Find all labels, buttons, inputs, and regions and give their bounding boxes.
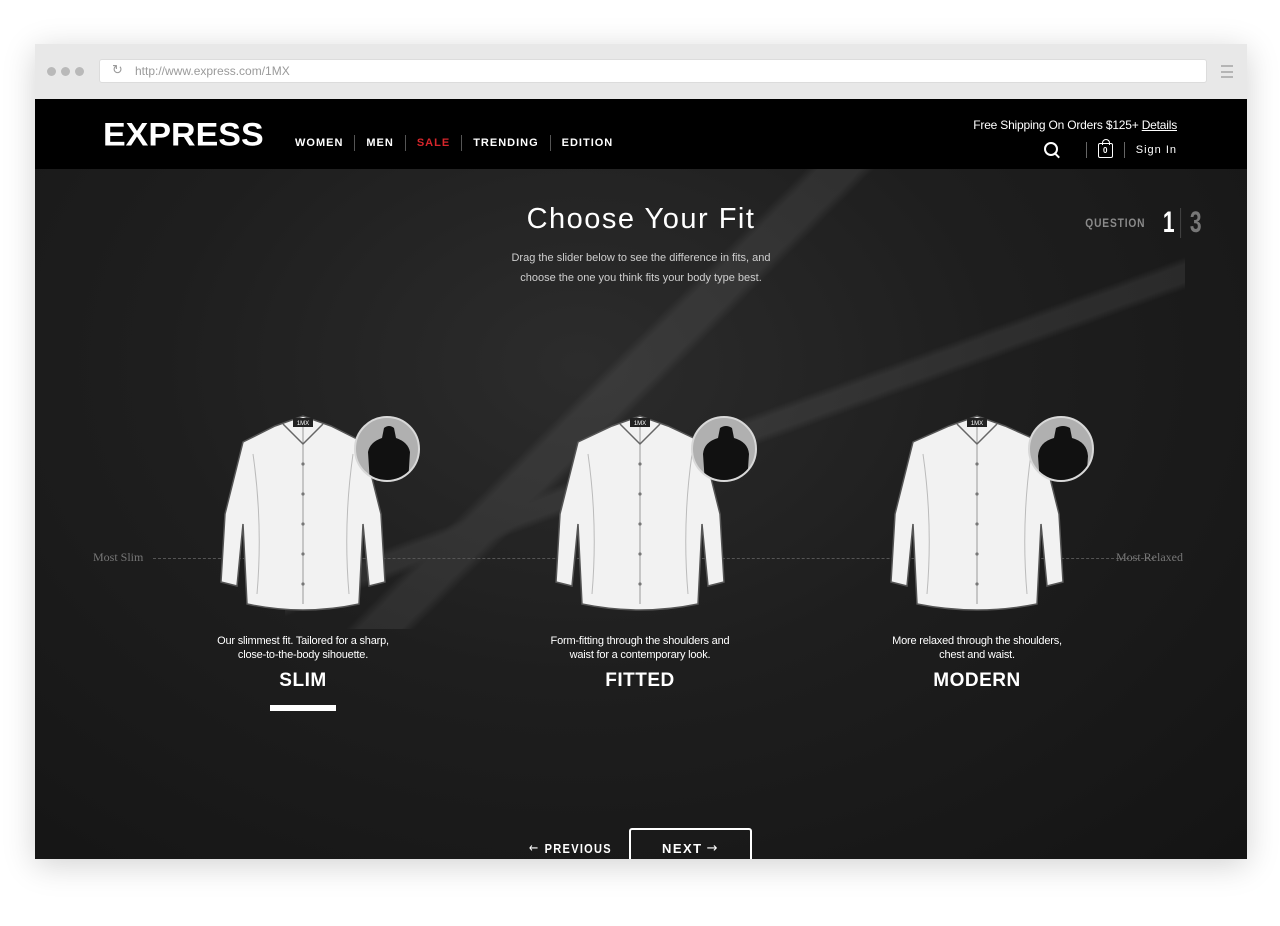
express-logo[interactable]: EXPRESS	[103, 117, 264, 154]
desc-line: waist for a contemporary look.	[569, 649, 711, 661]
address-bar[interactable]: ↻ http://www.express.com/1MX	[99, 59, 1207, 83]
fit-description: Form-fitting through the shoulders and w…	[490, 634, 790, 662]
shirt-label: 1MX	[297, 421, 309, 427]
sign-in-link[interactable]: Sign In	[1136, 144, 1177, 156]
window-dot[interactable]	[47, 67, 56, 76]
nav-item-edition[interactable]: EDITION	[549, 135, 625, 151]
page-title: Choose Your Fit	[526, 203, 756, 235]
fit-description: Our slimmest fit. Tailored for a sharp, …	[153, 634, 453, 662]
page-subtitle: Drag the slider below to see the differe…	[35, 248, 1247, 288]
subtitle-line: Drag the slider below to see the differe…	[511, 252, 771, 264]
site-header: EXPRESS WOMEN MEN SALE TRENDING EDITION …	[35, 99, 1247, 169]
shipping-text: Free Shipping On Orders $125+	[973, 118, 1139, 132]
window-dot[interactable]	[61, 67, 70, 76]
nav-item-men[interactable]: MEN	[354, 135, 404, 151]
desc-line: chest and waist.	[939, 649, 1015, 661]
shirt-label: 1MX	[634, 421, 646, 427]
question-counter: QUESTION 1 3	[1080, 202, 1205, 238]
selected-indicator	[270, 705, 336, 711]
divider	[1123, 142, 1125, 158]
divider	[1085, 142, 1087, 158]
window-controls	[47, 67, 84, 76]
shipping-details-link[interactable]: Details	[1142, 118, 1177, 132]
reload-icon[interactable]: ↻	[112, 64, 126, 78]
shipping-banner: Free Shipping On Orders $125+ Details	[973, 118, 1177, 132]
fit-name: MODERN	[933, 670, 1021, 691]
question-total: 3	[1190, 206, 1202, 239]
shirt-label: 1MX	[971, 421, 983, 427]
fitted-body-icon	[691, 416, 757, 482]
desc-line: More relaxed through the shoulders,	[892, 635, 1062, 647]
slim-body-icon	[354, 416, 420, 482]
subtitle-line: choose the one you think fits your body …	[520, 272, 762, 284]
desc-line: close-to-the-body sihouette.	[237, 649, 369, 661]
previous-button[interactable]: ← PREVIOUS	[529, 841, 612, 856]
main-nav: WOMEN MEN SALE TRENDING EDITION	[289, 135, 624, 151]
modern-body-icon	[1028, 416, 1094, 482]
bag-icon[interactable]: 0	[1097, 138, 1113, 158]
desc-line: Our slimmest fit. Tailored for a sharp,	[217, 635, 389, 647]
window-dot[interactable]	[75, 67, 84, 76]
header-tools: 0 Sign In	[1043, 138, 1177, 159]
desc-line: Form-fitting through the shoulders and	[550, 635, 730, 647]
next-button[interactable]: NEXT →	[629, 828, 752, 859]
fit-name: FITTED	[605, 670, 675, 691]
question-current: 1	[1163, 208, 1181, 238]
slider-label-left: Most Slim	[93, 550, 144, 564]
arrow-right-icon: →	[706, 841, 720, 856]
url-text[interactable]: http://www.express.com/1MX	[135, 64, 290, 78]
next-label: NEXT	[661, 841, 703, 856]
previous-label: PREVIOUS	[544, 841, 612, 856]
browser-chrome: ↻ http://www.express.com/1MX	[35, 44, 1247, 99]
slider-label-right: Most Relaxed	[1116, 550, 1183, 564]
search-icon[interactable]	[1043, 141, 1063, 159]
nav-item-sale[interactable]: SALE	[404, 135, 461, 151]
browser-window: ↻ http://www.express.com/1MX EXPRESS WOM…	[35, 44, 1247, 859]
arrow-left-icon: ←	[529, 841, 540, 856]
page-content: EXPRESS WOMEN MEN SALE TRENDING EDITION …	[35, 99, 1247, 859]
menu-icon[interactable]	[1221, 65, 1233, 78]
fit-name: SLIM	[279, 670, 327, 691]
nav-item-trending[interactable]: TRENDING	[461, 135, 549, 151]
nav-item-women[interactable]: WOMEN	[289, 135, 354, 151]
question-label: QUESTION	[1085, 216, 1146, 230]
fit-description: More relaxed through the shoulders, ches…	[827, 634, 1127, 662]
